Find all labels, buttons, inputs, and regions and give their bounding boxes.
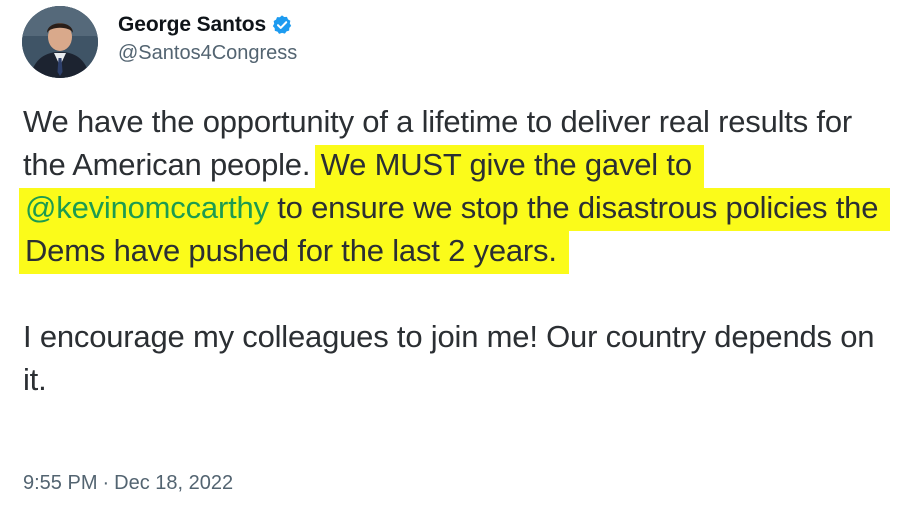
author-handle[interactable]: @Santos4Congress [118,42,297,65]
tweet-text: We have the opportunity of a lifetime to… [19,100,893,401]
avatar-photo-icon [22,6,98,78]
highlighted-text-start: We MUST give the gavel to [320,147,692,182]
author-name[interactable]: George Santos [118,13,266,37]
tweet-time: 9:55 PM [23,472,98,494]
mention-link[interactable]: @kevinomccarthy [25,190,269,225]
avatar[interactable] [22,6,98,78]
tweet-timestamp[interactable]: 9:55 PM · Dec 18, 2022 [23,472,233,495]
tweet-paragraph-2: I encourage my colleagues to join me! Ou… [23,319,875,397]
tweet-date: Dec 18, 2022 [114,472,234,494]
tweet-header: George Santos @Santos4Congress [22,4,297,80]
tweet-paragraph-1: We have the opportunity of a lifetime to… [19,100,893,274]
name-row: George Santos [118,10,297,40]
verified-badge-icon [271,14,293,36]
author-ids: George Santos @Santos4Congress [118,10,297,65]
timestamp-separator: · [102,472,110,494]
tweet-card: George Santos @Santos4Congress We have t… [0,0,902,507]
